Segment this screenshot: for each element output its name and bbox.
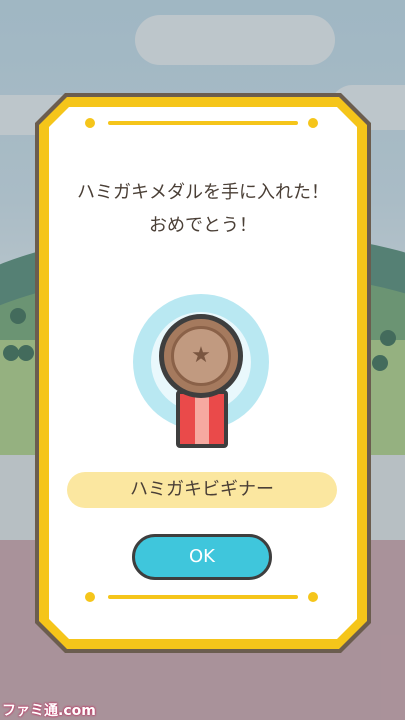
decoration-dot xyxy=(85,592,95,602)
decoration-dot xyxy=(308,592,318,602)
decoration-dot xyxy=(85,118,95,128)
decoration-dot xyxy=(308,118,318,128)
ok-button[interactable]: OK xyxy=(132,534,272,580)
star-icon: ★ xyxy=(191,343,211,368)
medal-disc: ★ xyxy=(159,314,243,398)
medal-ribbon xyxy=(176,390,228,448)
medal-face: ★ xyxy=(171,326,231,386)
reward-message-line2: おめでとう！ xyxy=(149,215,257,236)
decoration-line xyxy=(108,595,298,599)
ribbon-stripe xyxy=(195,394,209,444)
reward-message-line1: ハミガキメダルを手に入れた！ xyxy=(77,182,329,203)
bronze-star-medal-icon: ★ xyxy=(131,292,271,452)
watermark-logo: ファミ通.com xyxy=(2,703,96,719)
medal-name-label: ハミガキビギナー xyxy=(67,472,337,508)
decoration-line xyxy=(108,121,298,125)
reward-message: ハミガキメダルを手に入れた！ おめでとう！ xyxy=(49,176,357,242)
